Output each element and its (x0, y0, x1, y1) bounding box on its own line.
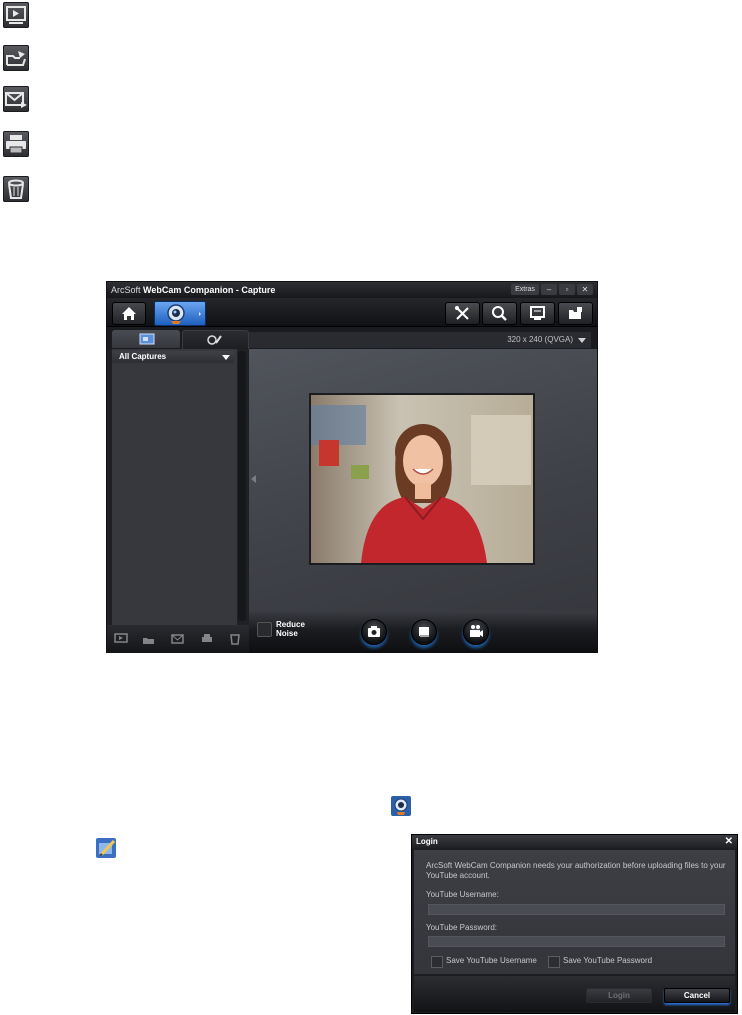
play-video-icon (3, 2, 29, 28)
webcam-icon (390, 795, 412, 817)
extras-button[interactable]: Extras (511, 284, 539, 295)
monitor-icon (530, 306, 545, 320)
reduce-noise-label: Reduce Noise (276, 620, 305, 638)
trash-icon (3, 176, 29, 202)
login-message: ArcSoft WebCam Companion needs your auth… (426, 861, 726, 880)
album-filter-dropdown[interactable]: All Captures (112, 351, 234, 363)
brand-small: ArcSoft (111, 285, 141, 295)
login-title: Login (416, 837, 438, 846)
album-filter-value: All Captures (119, 352, 167, 361)
trash-icon[interactable] (228, 633, 242, 645)
chevron-down-icon (222, 355, 230, 360)
close-button[interactable]: ✕ (577, 284, 593, 295)
capture-mode-button[interactable] (154, 301, 206, 326)
edit-icon (207, 335, 222, 345)
captures-actions (107, 625, 249, 653)
login-button[interactable]: Login (586, 988, 652, 1003)
print-icon[interactable] (200, 633, 214, 645)
email-icon[interactable] (171, 633, 185, 645)
login-footer: Login Cancel (414, 976, 735, 1012)
play-video-icon[interactable] (114, 633, 128, 645)
password-input[interactable] (428, 936, 725, 947)
username-label: YouTube Username: (426, 890, 499, 899)
save-username-label: Save YouTube Username (446, 956, 537, 965)
preview-image (311, 395, 533, 563)
take-photo-button[interactable] (361, 619, 387, 645)
email-icon (3, 86, 29, 112)
login-close-button[interactable]: ✕ (725, 835, 733, 848)
scrollbar-thumb[interactable] (238, 351, 246, 621)
resolution-value: 320 x 240 (QVGA) (507, 335, 573, 344)
main-toolbar (107, 298, 597, 327)
save-username-checkbox[interactable] (431, 956, 443, 968)
share-icon[interactable] (142, 633, 156, 645)
tab-edit[interactable] (182, 330, 249, 349)
home-icon (122, 307, 136, 320)
tools-icon (455, 306, 469, 320)
tools-button[interactable] (445, 302, 480, 325)
home-button[interactable] (112, 302, 146, 325)
capture-controls: Reduce Noise (249, 611, 597, 653)
tab-captures[interactable] (112, 330, 180, 348)
search-icon (492, 306, 507, 321)
login-body: ArcSoft WebCam Companion needs your auth… (414, 850, 735, 974)
collapse-panel-icon[interactable] (251, 475, 256, 483)
print-icon (3, 131, 29, 157)
resolution-dropdown[interactable]: 320 x 240 (QVGA) (249, 332, 591, 348)
stop-button[interactable] (411, 619, 437, 645)
title-suffix: - Capture (233, 285, 276, 295)
reduce-noise-checkbox[interactable] (257, 622, 272, 637)
webcam-preview (309, 393, 535, 565)
captures-panel: All Captures (112, 349, 247, 625)
maximize-button[interactable]: ▫ (559, 284, 575, 295)
record-video-button[interactable] (463, 619, 489, 645)
captures-scrollbar[interactable] (237, 349, 247, 625)
search-button[interactable] (482, 302, 517, 325)
username-input[interactable] (428, 904, 725, 915)
save-password-checkbox[interactable] (548, 956, 560, 968)
capture-window: ArcSoft WebCam Companion - Capture Extra… (106, 281, 598, 653)
preview-area (249, 349, 597, 625)
webcam-icon (167, 304, 201, 324)
save-password-label: Save YouTube Password (563, 956, 653, 965)
video-camera-icon (470, 625, 483, 637)
panel-tabs: 320 x 240 (QVGA) (107, 327, 597, 349)
camera-icon (368, 626, 380, 637)
album-icon (139, 333, 155, 345)
window-titlebar: ArcSoft WebCam Companion - Capture Extra… (107, 282, 597, 298)
chevron-down-icon (578, 338, 586, 343)
stop-icon (419, 627, 429, 637)
minimize-button[interactable]: – (541, 284, 557, 295)
folder-icon (569, 307, 582, 319)
brand-name: WebCam Companion (143, 285, 234, 295)
edit-icon (95, 837, 117, 859)
login-titlebar: Login ✕ (412, 835, 737, 848)
folder-button[interactable] (558, 302, 593, 325)
monitor-button[interactable] (520, 302, 555, 325)
password-label: YouTube Password: (426, 923, 498, 932)
cancel-button[interactable]: Cancel (664, 988, 730, 1003)
window-title: ArcSoft WebCam Companion - Capture (111, 282, 275, 298)
login-dialog: Login ✕ ArcSoft WebCam Companion needs y… (411, 834, 738, 1014)
share-icon (3, 45, 29, 71)
